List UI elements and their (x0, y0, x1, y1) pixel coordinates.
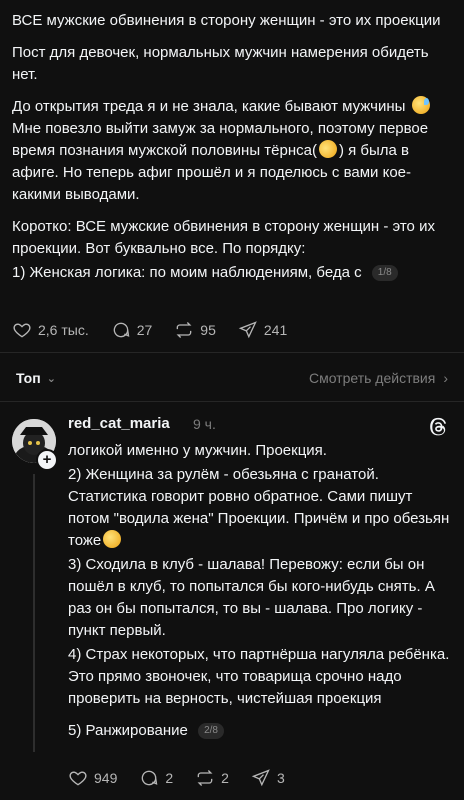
reply-line-5-text: 5) Ранжирование (68, 722, 188, 739)
share-button[interactable]: 241 (238, 320, 287, 340)
post-actions: 2,6 тыс. 27 95 241 (12, 320, 309, 340)
grin-emoji-icon (103, 530, 122, 548)
sort-dropdown[interactable]: Топ ⌄ (16, 370, 56, 386)
view-activity-label: Смотреть действия (308, 370, 436, 386)
post-body: ВСЕ мужские обвинения в сторону женщин -… (12, 10, 450, 284)
divider (0, 401, 464, 402)
reply-actions: 949 2 2 3 (68, 768, 307, 788)
follow-plus-button[interactable]: + (36, 449, 58, 471)
like-count: 2,6 тыс. (38, 322, 89, 338)
replies-header: Топ ⌄ Смотреть действия › (16, 366, 448, 390)
post-paragraph-4-text: 1) Женская логика: по моим наблюдениям, … (12, 264, 362, 281)
post-title: ВСЕ мужские обвинения в сторону женщин -… (12, 12, 441, 29)
chevron-right-icon: › (443, 370, 448, 386)
reply-username[interactable]: red_cat_maria (68, 415, 170, 432)
reply-share-count: 3 (276, 770, 285, 786)
thread-line (33, 474, 35, 752)
reply-line-3: 3) Сходила в клуб - шалава! Перевожу: ес… (68, 556, 435, 639)
sort-label: Топ (16, 370, 41, 386)
view-activity-link[interactable]: Смотреть действия › (309, 370, 448, 386)
heart-icon (13, 323, 31, 338)
reply-line-2-text: 2) Женщина за рулём - обезьяна с гранато… (68, 466, 450, 549)
divider (0, 352, 464, 353)
like-button[interactable]: 2,6 тыс. (12, 320, 89, 340)
rofl-emoji-icon (316, 137, 340, 161)
share-icon (251, 769, 270, 787)
share-count: 241 (263, 322, 288, 338)
reply-like-count: 949 (94, 770, 118, 786)
comment-icon (113, 322, 130, 338)
reply-like-button[interactable]: 949 (68, 768, 117, 788)
post-paragraph-1: Пост для девочек, нормальных мужчин наме… (12, 44, 429, 83)
reply-comment-button[interactable]: 2 (139, 768, 173, 788)
reply-line-4: 4) Страх некоторых, что партнёрша нагуля… (68, 646, 450, 707)
reply-repost-count: 2 (221, 770, 229, 786)
reply-line-5: 5) Ранжирование 2/8 (68, 720, 450, 742)
reply-line-1: логикой именно у мужчин. Проекция. (68, 442, 327, 459)
reply-comment-count: 2 (165, 770, 174, 786)
reply-page-indicator: 2/8 (198, 723, 224, 739)
post-paragraph-2-part-a: До открытия треда я и не знала, какие бы… (12, 98, 406, 115)
comment-count: 27 (136, 322, 153, 338)
comment-icon (142, 770, 158, 786)
post-page-indicator: 1/8 (371, 265, 398, 281)
comment-button[interactable]: 27 (111, 320, 153, 340)
sweat-smile-emoji-icon (411, 96, 430, 114)
reply-line-2: 2) Женщина за рулём - обезьяна с гранато… (68, 464, 450, 552)
reply-share-button[interactable]: 3 (251, 768, 285, 788)
repost-icon (197, 770, 213, 786)
share-icon (238, 321, 257, 339)
reply-time: 9 ч. (193, 416, 216, 432)
reply-repost-button[interactable]: 2 (195, 768, 229, 788)
post-paragraph-2: До открытия треда я и не знала, какие бы… (12, 96, 450, 206)
repost-count: 95 (200, 322, 216, 338)
post-paragraph-4: 1) Женская логика: по моим наблюдениям, … (12, 262, 450, 284)
reply-body: логикой именно у мужчин. Проекция. 2) Же… (68, 440, 450, 742)
repost-icon (176, 322, 192, 338)
chevron-down-icon: ⌄ (46, 372, 56, 385)
heart-icon (69, 771, 87, 786)
threads-logo-icon (430, 417, 446, 436)
repost-button[interactable]: 95 (174, 320, 216, 340)
post-paragraph-3: Коротко: ВСЕ мужские обвинения в сторону… (12, 218, 435, 257)
